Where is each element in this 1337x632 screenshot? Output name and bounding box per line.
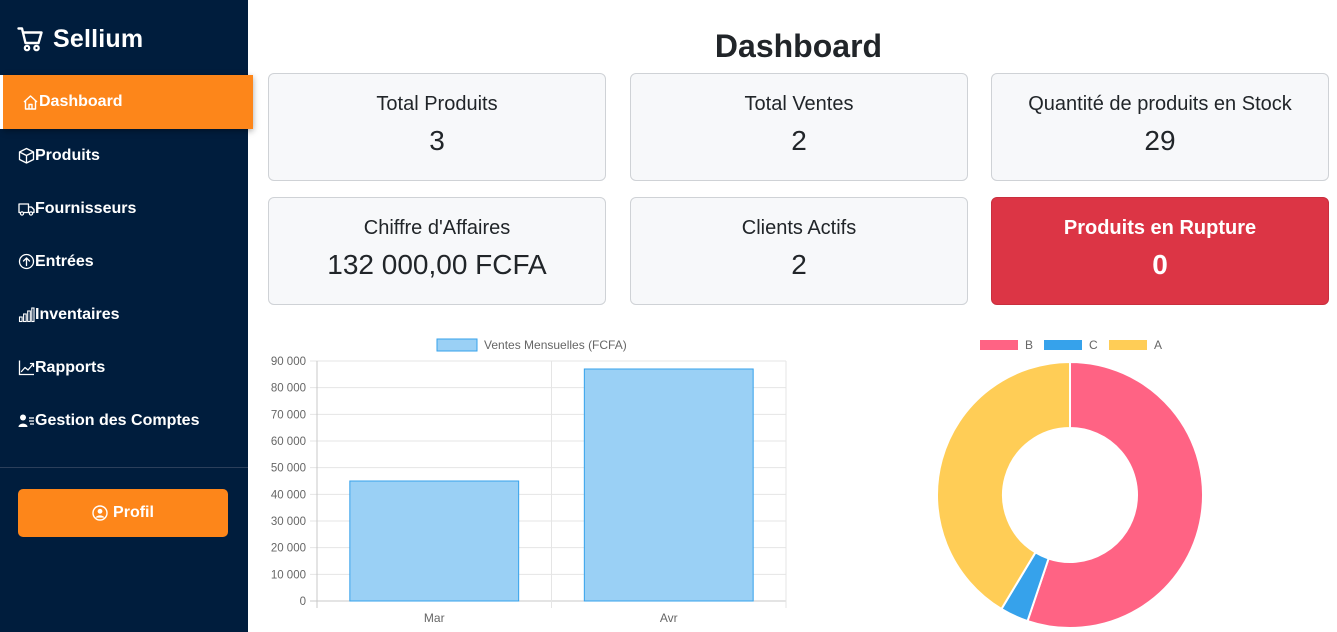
graph-up-icon [18,360,35,376]
y-tick-label: 80 000 [271,383,306,395]
y-tick-label: 70 000 [271,409,306,421]
stat-card-label: Total Ventes [744,93,854,115]
y-tick-label: 90 000 [271,356,306,368]
stat-card-label: Produits en Rupture [1063,217,1257,239]
stat-card-value: 3 [429,125,445,156]
sidebar-item-label: Inventaires [35,305,120,323]
legend-label: A [1154,338,1162,352]
y-tick-label: 10 000 [271,569,306,581]
sidebar-item-produits[interactable]: Produits [0,129,248,182]
stat-card-label: Clients Actifs [741,217,857,239]
stat-card-label: Chiffre d'Affaires [363,217,511,239]
app-name: Sellium [53,24,144,53]
stat-card-total-ventes: Total Ventes 2 [630,73,968,181]
bar [583,368,754,602]
stat-card-stock: Quantité de produits en Stock 29 [991,73,1329,181]
legend-swatch [1044,340,1082,350]
bar-chart-icon [18,307,35,323]
stat-card-label: Total Produits [376,93,498,115]
sidebar-divider [0,467,248,468]
y-tick-label: 50 000 [271,463,306,475]
sidebar-item-label: Fournisseurs [35,199,137,217]
sidebar-item-label: Produits [35,146,100,164]
stat-card-value: 0 [1152,249,1168,280]
arrow-up-circle-icon [18,253,35,270]
sidebar-item-gestion-comptes[interactable]: Gestion des Comptes [0,394,248,447]
stat-card-total-produits: Total Produits 3 [268,73,606,181]
stat-card-value: 132 000,00 FCFA [327,249,547,280]
stat-card-value: 29 [1144,125,1176,156]
sidebar-item-label: Entrées [35,252,94,270]
sidebar-item-label: Gestion des Comptes [35,411,200,429]
profil-button-label: Profil [113,504,154,521]
y-tick-label: 40 000 [271,489,306,501]
cart-icon [17,27,43,52]
sidebar-item-label: Rapports [35,358,106,376]
brand[interactable]: Sellium [17,22,143,56]
x-tick-label: Mar [424,611,445,625]
sidebar-item-inventaires[interactable]: Inventaires [0,288,248,341]
stat-card-chiffre-affaires: Chiffre d'Affaires 132 000,00 FCFA [268,197,606,305]
legend-swatch [436,338,478,352]
sidebar-item-fournisseurs[interactable]: Fournisseurs [0,182,248,235]
stat-card-label: Quantité de produits en Stock [1028,93,1292,115]
stat-card-value: 2 [791,249,807,280]
sidebar-item-rapports[interactable]: Rapports [0,341,248,394]
bar-chart: Ventes Mensuelles (FCFA) 0 10 000 20 000 30 … [271,338,787,625]
legend-swatch [1109,340,1147,350]
user-list-icon [18,414,34,427]
sidebar-item-dashboard[interactable]: Dashboard [0,75,253,129]
legend-label: B [1025,338,1033,352]
legend-label: C [1089,338,1098,352]
legend-label: Ventes Mensuelles (FCFA) [484,338,627,352]
y-tick-label: 60 000 [271,436,306,448]
stat-card-value: 2 [791,125,807,156]
y-tick-label: 20 000 [271,543,306,555]
sidebar-item-entrees[interactable]: Entrées [0,235,248,288]
profil-button[interactable]: Profil [18,489,228,537]
y-tick-label: 0 [300,596,306,608]
sidebar: Sellium Dashboard Produits Fournisseurs [0,0,253,632]
sidebar-item-label: Dashboard [39,93,123,110]
user-circle-icon [92,505,108,521]
x-tick-label: Avr [660,611,678,625]
home-icon [23,94,38,110]
bar [349,480,520,602]
sidebar-nav: Dashboard Produits Fournisseurs Entrées [0,75,253,447]
legend-swatch [980,340,1018,350]
stat-card-clients-actifs: Clients Actifs 2 [630,197,968,305]
doughnut-chart: BCA [936,338,1204,629]
box-icon [18,147,35,164]
truck-icon [18,203,35,216]
page-title: Dashboard [714,28,883,64]
y-tick-label: 30 000 [271,516,306,528]
stat-card-produits-rupture: Produits en Rupture 0 [991,197,1329,305]
